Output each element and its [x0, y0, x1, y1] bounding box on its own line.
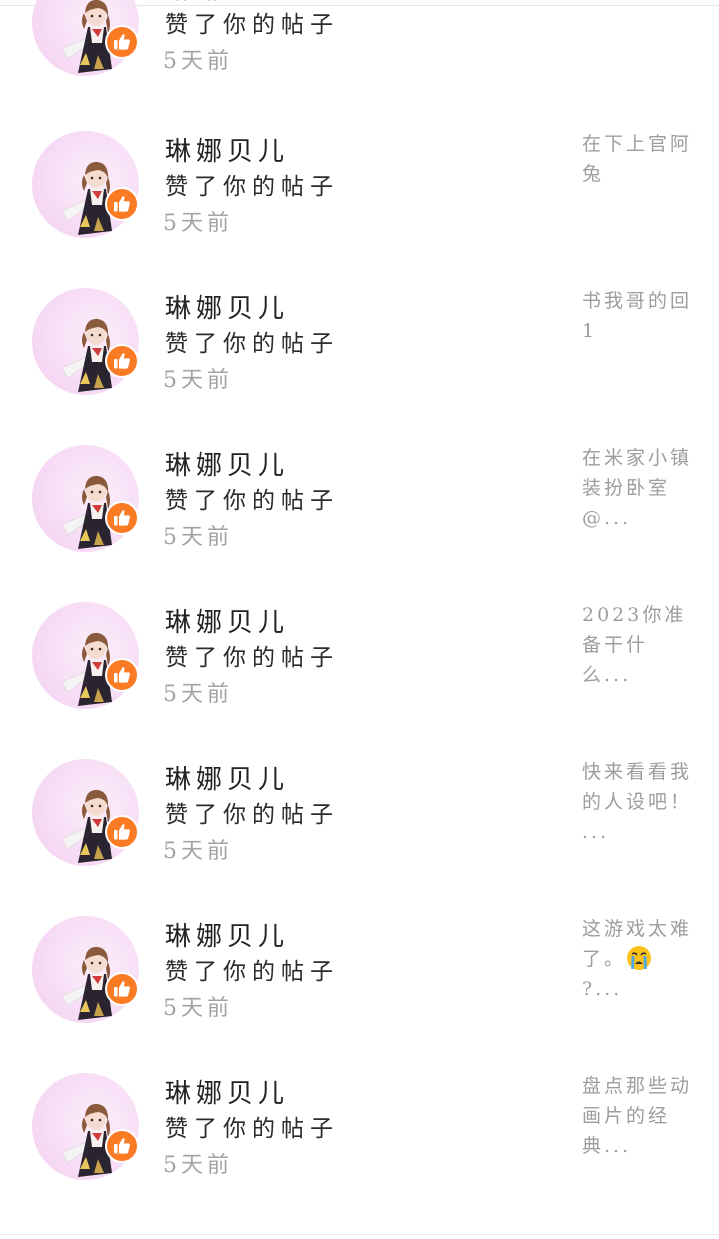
thumbs-up-icon — [105, 815, 139, 849]
avatar[interactable] — [32, 759, 139, 866]
notification-item[interactable]: 琳娜贝儿 赞了你的帖子 5天前 2023你准备干什么... — [0, 596, 719, 753]
avatar[interactable] — [32, 1073, 139, 1180]
notification-item[interactable]: 琳娜贝儿 赞了你的帖子 5天前 认识的天 @小鱼 — [0, 0, 719, 120]
thumbs-up-icon — [105, 501, 139, 535]
timestamp: 5天前 — [163, 996, 233, 1021]
action-text: 赞了你的帖子 — [165, 12, 339, 38]
avatar-figure — [61, 946, 112, 1020]
crying-face-icon — [627, 946, 652, 970]
avatar[interactable] — [32, 131, 139, 238]
action-text: 赞了你的帖子 — [165, 959, 339, 985]
thumbs-up-icon — [105, 187, 139, 221]
preview-text: 书我哥的回1 — [582, 290, 693, 342]
action-text: 赞了你的帖子 — [165, 331, 339, 357]
action-text: 赞了你的帖子 — [165, 488, 339, 514]
notification-item[interactable]: 琳娜贝儿 赞了你的帖子 5天前 书我哥的回1 — [0, 282, 719, 439]
avatar-figure — [61, 161, 112, 235]
timestamp: 5天前 — [163, 525, 233, 550]
timestamp: 5天前 — [163, 682, 233, 707]
timestamp: 5天前 — [163, 49, 233, 74]
preview-text: 2023你准备干什么... — [582, 604, 687, 686]
bottom-divider — [0, 1234, 719, 1235]
action-text: 赞了你的帖子 — [165, 802, 339, 828]
thumbs-up-icon — [105, 25, 139, 59]
timestamp: 5天前 — [163, 368, 233, 393]
thumbs-up-icon — [105, 1129, 139, 1163]
post-preview[interactable]: 在米家小镇装扮卧室@... — [582, 443, 692, 533]
preview-text: ?... — [582, 978, 623, 1000]
post-preview[interactable]: 书我哥的回1 — [582, 286, 692, 346]
preview-text: 快来看看我的人设吧！ ... — [582, 761, 693, 843]
avatar[interactable] — [32, 602, 139, 709]
thumbs-up-icon — [105, 972, 139, 1006]
notification-item[interactable]: 琳娜贝儿 赞了你的帖子 5天前 快来看看我的人设吧！ ... — [0, 753, 719, 910]
notification-item[interactable]: 琳娜贝儿 赞了你的帖子 5天前 在下上官阿兔 — [0, 125, 719, 282]
action-text: 赞了你的帖子 — [165, 174, 339, 200]
notification-item[interactable]: 琳娜贝儿 赞了你的帖子 5天前 这游戏太难了。 ?... — [0, 910, 719, 1067]
avatar[interactable] — [32, 288, 139, 395]
preview-text: 在下上官阿兔 — [582, 133, 693, 185]
thumbs-up-icon — [105, 344, 139, 378]
avatar-figure — [61, 1103, 112, 1177]
avatar-figure — [61, 318, 112, 392]
avatar-figure — [61, 632, 112, 706]
avatar[interactable] — [32, 916, 139, 1023]
user-name[interactable]: 琳娜贝儿 — [165, 759, 289, 796]
post-preview[interactable]: 在下上官阿兔 — [582, 129, 692, 189]
post-preview[interactable]: 这游戏太难了。 ?... — [582, 914, 692, 1004]
post-preview[interactable]: 2023你准备干什么... — [582, 600, 692, 690]
preview-text: 盘点那些动画片的经典... — [582, 1075, 693, 1157]
post-preview[interactable]: 认识的天 @小鱼 — [582, 0, 692, 1]
notification-item[interactable]: 琳娜贝儿 赞了你的帖子 5天前 盘点那些动画片的经典... — [0, 1067, 719, 1224]
user-name[interactable]: 琳娜贝儿 — [165, 916, 289, 953]
notification-item[interactable]: 琳娜贝儿 赞了你的帖子 5天前 在米家小镇装扮卧室@... — [0, 439, 719, 596]
action-text: 赞了你的帖子 — [165, 645, 339, 671]
user-name[interactable]: 琳娜贝儿 — [165, 602, 289, 639]
user-name[interactable]: 琳娜贝儿 — [165, 131, 289, 168]
post-preview[interactable]: 快来看看我的人设吧！ ... — [582, 757, 692, 847]
user-name[interactable]: 琳娜贝儿 — [165, 288, 289, 325]
avatar[interactable] — [32, 445, 139, 552]
timestamp: 5天前 — [163, 211, 233, 236]
avatar-figure — [61, 789, 112, 863]
thumbs-up-icon — [105, 658, 139, 692]
action-text: 赞了你的帖子 — [165, 1116, 339, 1142]
timestamp: 5天前 — [163, 839, 233, 864]
user-name[interactable]: 琳娜贝儿 — [165, 445, 289, 482]
user-name[interactable]: 琳娜贝儿 — [165, 1073, 289, 1110]
avatar-figure — [61, 475, 112, 549]
preview-text: 在米家小镇装扮卧室@... — [582, 447, 693, 529]
post-preview[interactable]: 盘点那些动画片的经典... — [582, 1071, 692, 1161]
timestamp: 5天前 — [163, 1153, 233, 1178]
